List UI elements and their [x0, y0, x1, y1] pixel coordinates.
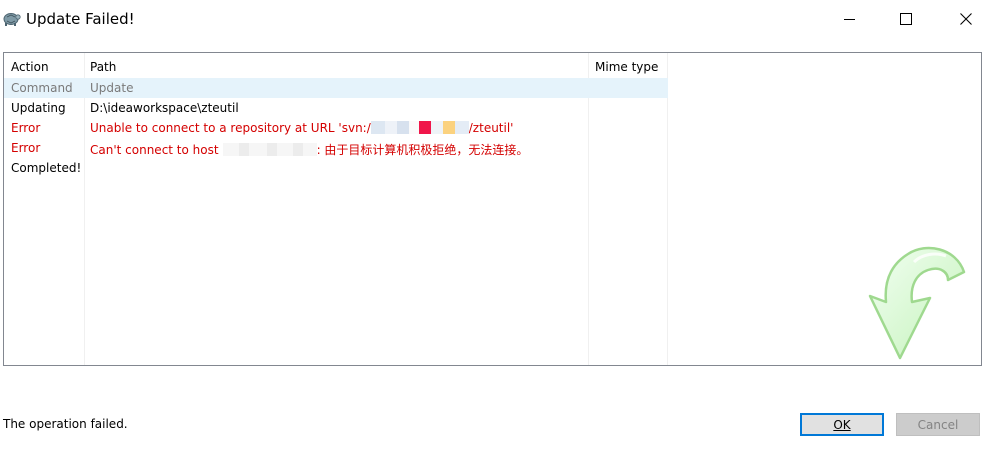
row-path-suffix: /zteutil' — [468, 121, 514, 135]
row-path-prefix: Unable to connect to a repository at URL… — [90, 121, 371, 135]
list-item[interactable]: Completed! — [4, 158, 668, 178]
row-action: Error — [11, 121, 41, 135]
row-action: Error — [11, 141, 41, 155]
cancel-button[interactable]: Cancel — [896, 413, 980, 436]
tortoise-icon — [3, 13, 21, 26]
maximize-button[interactable] — [877, 0, 935, 38]
row-path: D:\ideaworkspace\zteutil — [90, 101, 239, 115]
row-action: Command — [11, 81, 73, 95]
row-path: Unable to connect to a repository at URL… — [90, 121, 513, 135]
window-title: Update Failed! — [26, 10, 135, 28]
redacted-text — [370, 121, 469, 134]
maximize-icon — [900, 13, 912, 25]
row-action: Updating — [11, 101, 66, 115]
minimize-button[interactable] — [821, 0, 879, 38]
redacted-text — [222, 143, 317, 156]
close-icon — [960, 13, 972, 25]
column-header-action[interactable]: Action — [11, 60, 49, 74]
status-message: The operation failed. — [3, 417, 128, 431]
list-item[interactable]: Updating D:\ideaworkspace\zteutil — [4, 98, 668, 118]
list-item[interactable]: Command Update — [4, 78, 668, 98]
action-list[interactable]: Action Path Mime type Command Update Upd… — [3, 52, 982, 366]
row-path-prefix: Can't connect to host — [90, 143, 219, 157]
update-dialog: Update Failed! Action Path Mime type Com… — [0, 0, 997, 453]
title-bar[interactable]: Update Failed! — [0, 0, 997, 38]
row-path-suffix: : 由于目标计算机积极拒绝，无法连接。 — [316, 143, 529, 157]
ok-button-label: OK — [833, 417, 851, 432]
minimize-icon — [844, 19, 855, 20]
ok-button[interactable]: OK — [800, 413, 884, 436]
row-path: Can't connect to host : 由于目标计算机积极拒绝，无法连接。 — [90, 141, 528, 158]
list-item[interactable]: Error Can't connect to host : 由于目标计算机积极拒绝… — [4, 138, 668, 158]
update-arrow-icon — [868, 246, 966, 360]
list-header: Action Path Mime type — [4, 53, 668, 78]
row-action: Completed! — [11, 161, 82, 175]
column-header-mime-type[interactable]: Mime type — [595, 60, 658, 74]
column-header-path[interactable]: Path — [90, 60, 116, 74]
row-path: Update — [90, 81, 134, 95]
close-button[interactable] — [937, 0, 995, 38]
list-item[interactable]: Error Unable to connect to a repository … — [4, 118, 668, 138]
